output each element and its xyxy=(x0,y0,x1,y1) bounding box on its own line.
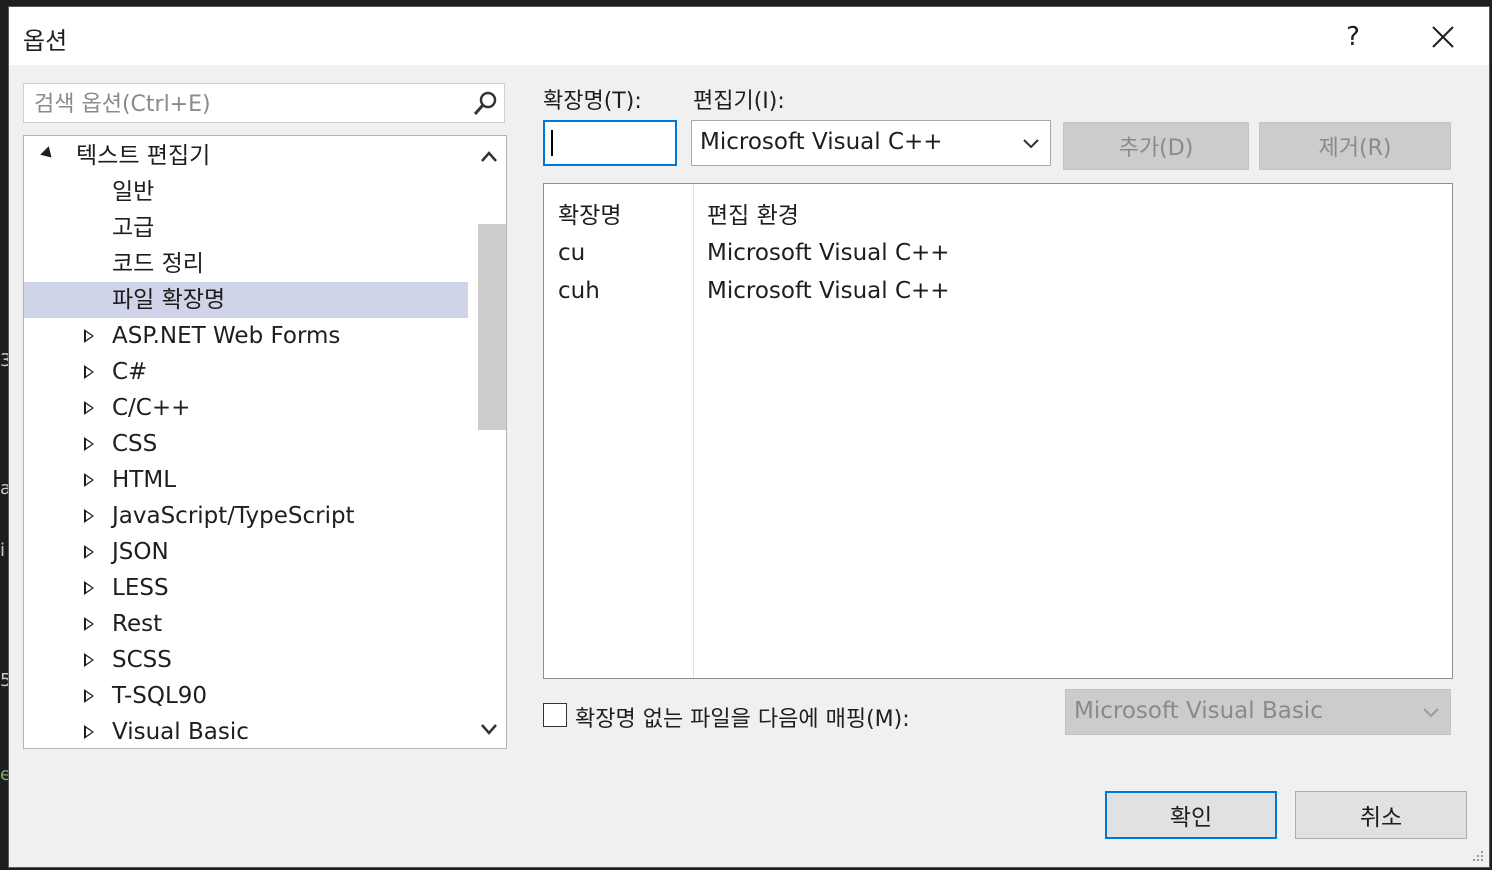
collapsed-arrow-icon[interactable] xyxy=(84,329,94,343)
collapsed-arrow-icon[interactable] xyxy=(84,653,94,667)
scroll-up-icon[interactable] xyxy=(480,148,498,166)
map-extensionless-label[interactable]: 확장명 없는 파일을 다음에 매핑(M): xyxy=(575,701,910,733)
tree-item-label: C# xyxy=(112,359,148,385)
tree-item-label: SCSS xyxy=(112,647,172,673)
tree-item[interactable]: C/C++ xyxy=(24,390,468,426)
tree-item[interactable]: Visual Basic xyxy=(24,714,468,748)
tree-item[interactable]: T-SQL90 xyxy=(24,678,468,714)
tree-item[interactable]: 일반 xyxy=(24,174,468,210)
tree-item-label: HTML xyxy=(112,467,177,493)
list-item-extension[interactable]: cu xyxy=(558,240,585,266)
collapsed-arrow-icon[interactable] xyxy=(84,473,94,487)
resize-grip-icon[interactable] xyxy=(1471,849,1485,863)
options-tree: 텍스트 편집기 일반 고급 코드 정리 파일 확장명 ASP.NET Web F… xyxy=(23,135,507,749)
scrollbar-thumb[interactable] xyxy=(478,224,506,430)
ok-button[interactable]: 확인 xyxy=(1105,791,1277,839)
options-dialog: 옵션 ? 텍스트 편집기 일반 고급 코드 정리 파일 확장명 xyxy=(8,6,1490,868)
add-button[interactable]: 추가(D) xyxy=(1063,122,1249,170)
tree-item-text-editor[interactable]: 텍스트 편집기 xyxy=(24,138,468,174)
tree-item-label: 텍스트 편집기 xyxy=(76,143,211,169)
extension-input[interactable] xyxy=(543,120,677,166)
collapsed-arrow-icon[interactable] xyxy=(84,581,94,595)
tree-item[interactable]: ASP.NET Web Forms xyxy=(24,318,468,354)
collapsed-arrow-icon[interactable] xyxy=(84,725,94,739)
extension-label: 확장명(T): xyxy=(543,89,642,114)
editor-dropdown[interactable]: Microsoft Visual C++ xyxy=(691,120,1051,166)
tree-item-label: 고급 xyxy=(112,215,155,241)
close-button[interactable] xyxy=(1423,17,1463,57)
chevron-down-icon xyxy=(1423,708,1439,718)
title-bar: 옵션 ? xyxy=(9,7,1489,65)
tree-item-label: JSON xyxy=(112,539,169,565)
text-caret xyxy=(551,130,553,156)
map-editor-dropdown[interactable]: Microsoft Visual Basic xyxy=(1065,689,1451,735)
tree-item[interactable]: Rest xyxy=(24,606,468,642)
tree-item-label: CSS xyxy=(112,431,158,457)
search-icon[interactable] xyxy=(470,89,500,119)
scroll-down-icon[interactable] xyxy=(480,720,498,738)
remove-button[interactable]: 제거(R) xyxy=(1259,122,1451,170)
list-item-extension[interactable]: cuh xyxy=(558,278,600,304)
tree-item[interactable]: JSON xyxy=(24,534,468,570)
tree-item[interactable]: HTML xyxy=(24,462,468,498)
map-editor-selected-value: Microsoft Visual Basic xyxy=(1074,698,1323,724)
tree-item[interactable]: C# xyxy=(24,354,468,390)
map-extensionless-checkbox[interactable] xyxy=(543,703,567,727)
search-input[interactable] xyxy=(32,88,466,120)
list-item-editor[interactable]: Microsoft Visual C++ xyxy=(707,278,950,304)
editor-label: 편집기(I): xyxy=(693,89,785,114)
tree-scrollbar[interactable] xyxy=(472,136,506,748)
tree-item[interactable]: LESS xyxy=(24,570,468,606)
editor-selected-value: Microsoft Visual C++ xyxy=(700,129,943,155)
help-button[interactable]: ? xyxy=(1333,17,1373,57)
tree-item[interactable]: JavaScript/TypeScript xyxy=(24,498,468,534)
tree-item[interactable]: SCSS xyxy=(24,642,468,678)
collapsed-arrow-icon[interactable] xyxy=(84,437,94,451)
chevron-down-icon xyxy=(1023,139,1039,149)
tree-item[interactable]: 코드 정리 xyxy=(24,246,468,282)
background-edge-glyph: i xyxy=(0,540,6,561)
tree-item-label: LESS xyxy=(112,575,169,601)
expanded-arrow-icon[interactable] xyxy=(40,146,56,162)
tree-item-label: ASP.NET Web Forms xyxy=(112,323,341,349)
tree-item-label: 코드 정리 xyxy=(112,251,204,277)
collapsed-arrow-icon[interactable] xyxy=(84,365,94,379)
tree-item-selected[interactable]: 파일 확장명 xyxy=(24,282,468,318)
tree-item-label: C/C++ xyxy=(112,395,191,421)
cancel-button[interactable]: 취소 xyxy=(1295,791,1467,839)
close-icon xyxy=(1432,26,1454,48)
list-item-editor[interactable]: Microsoft Visual C++ xyxy=(707,240,950,266)
tree-item-label: 일반 xyxy=(112,179,155,205)
extension-list[interactable]: 확장명 편집 환경 cu Microsoft Visual C++ cuh Mi… xyxy=(543,183,1453,679)
tree-item-label: Rest xyxy=(112,611,163,637)
collapsed-arrow-icon[interactable] xyxy=(84,509,94,523)
tree-item[interactable]: 고급 xyxy=(24,210,468,246)
tree-item-label: Visual Basic xyxy=(112,719,249,745)
collapsed-arrow-icon[interactable] xyxy=(84,401,94,415)
search-box[interactable] xyxy=(23,83,505,123)
column-header-extension[interactable]: 확장명 xyxy=(558,196,621,230)
column-header-editor[interactable]: 편집 환경 xyxy=(707,196,799,230)
collapsed-arrow-icon[interactable] xyxy=(84,617,94,631)
collapsed-arrow-icon[interactable] xyxy=(84,689,94,703)
tree-item-label: JavaScript/TypeScript xyxy=(112,503,355,529)
tree-item[interactable]: CSS xyxy=(24,426,468,462)
tree-item-label: 파일 확장명 xyxy=(112,287,226,313)
tree-item-label: T-SQL90 xyxy=(112,683,208,709)
collapsed-arrow-icon[interactable] xyxy=(84,545,94,559)
column-divider xyxy=(693,184,694,678)
dialog-title: 옵션 xyxy=(23,27,68,55)
